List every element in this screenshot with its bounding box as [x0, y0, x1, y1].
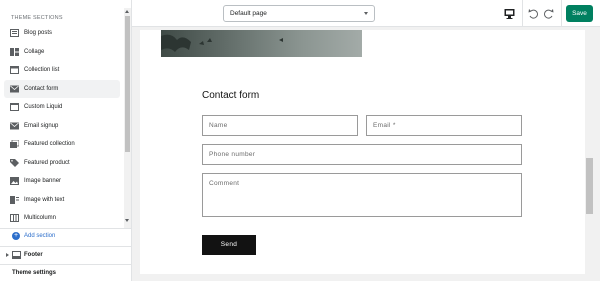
expand-caret-icon[interactable]: [6, 253, 9, 257]
store-preview: Contact form Name Email * Phone number C…: [140, 30, 594, 274]
name-field[interactable]: Name: [202, 115, 358, 136]
section-item-multicolumn[interactable]: Multicolumn: [4, 209, 120, 228]
comment-placeholder: Comment: [209, 180, 240, 187]
footer-label: Footer: [24, 252, 43, 258]
section-item-email-signup[interactable]: Email signup: [4, 117, 120, 136]
sections-list: THEME SECTIONS Blog posts Collage Collec…: [0, 8, 124, 228]
section-item-label: Featured product: [24, 159, 70, 166]
tag-icon: [10, 158, 19, 167]
envelope-icon: [10, 85, 19, 92]
section-item-label: Multicolumn: [24, 215, 57, 221]
sections-heading: THEME SECTIONS: [11, 15, 63, 21]
add-section-label: Add section: [24, 233, 56, 239]
add-section-button[interactable]: + Add section: [0, 228, 131, 244]
code-icon: [10, 103, 19, 111]
section-item-featured-product[interactable]: Featured product: [4, 154, 120, 173]
section-item-label: Featured collection: [24, 141, 75, 147]
phone-placeholder: Phone number: [209, 151, 256, 158]
leaves-image: [161, 34, 283, 52]
theme-settings-label: Theme settings: [12, 270, 57, 276]
theme-sections-sidebar: THEME SECTIONS Blog posts Collage Collec…: [0, 0, 132, 281]
collection-list-icon: [10, 66, 19, 74]
send-button[interactable]: Send: [202, 235, 256, 255]
section-item-label: Collection list: [24, 67, 60, 73]
collage-icon: [10, 47, 19, 56]
scroll-up-arrow-icon[interactable]: [125, 10, 129, 13]
phone-field[interactable]: Phone number: [202, 144, 522, 165]
footer-group[interactable]: Footer: [0, 246, 131, 263]
toolbar-divider: [561, 0, 562, 27]
page-selector-value: Default page: [230, 10, 267, 17]
redo-icon[interactable]: [542, 7, 555, 20]
chevron-down-icon: [364, 12, 368, 15]
editor-topbar: Default page Save: [132, 0, 600, 27]
comment-field[interactable]: Comment: [202, 173, 522, 217]
section-item-label: Collage: [24, 48, 45, 55]
section-item-label: Contact form: [24, 85, 59, 92]
section-item-label: Image with text: [24, 196, 65, 203]
section-item-label: Email signup: [24, 122, 59, 129]
section-item-featured-collection[interactable]: Featured collection: [4, 135, 120, 154]
collection-icon: [10, 140, 19, 148]
preview-scrollbar-thumb[interactable]: [586, 158, 593, 214]
blog-icon: [10, 29, 19, 37]
sidebar-scrollbar-thumb[interactable]: [125, 16, 130, 152]
section-item-image-with-text[interactable]: Image with text: [4, 191, 120, 210]
name-placeholder: Name: [209, 122, 228, 129]
columns-icon: [10, 214, 19, 222]
hero-image: [161, 30, 362, 57]
section-item-blog-posts[interactable]: Blog posts: [4, 24, 120, 43]
plus-circle-icon: +: [12, 232, 20, 240]
image-text-icon: [10, 195, 19, 204]
section-item-image-banner[interactable]: Image banner: [4, 172, 120, 191]
toolbar-divider: [522, 0, 523, 27]
preview-scrollbar[interactable]: [585, 30, 594, 274]
scroll-down-arrow-icon[interactable]: [125, 219, 129, 222]
undo-icon[interactable]: [527, 7, 540, 20]
desktop-preview-icon[interactable]: [503, 7, 516, 20]
footer-icon: [12, 251, 21, 259]
section-item-label: Custom Liquid: [24, 104, 63, 110]
image-icon: [10, 177, 19, 185]
section-item-collage[interactable]: Collage: [4, 43, 120, 62]
email-placeholder: Email *: [373, 122, 396, 129]
envelope-icon: [10, 122, 19, 129]
section-item-label: Image banner: [24, 178, 62, 184]
section-item-contact-form[interactable]: Contact form: [4, 79, 120, 98]
section-item-label: Blog posts: [24, 30, 53, 36]
page-selector[interactable]: Default page: [223, 5, 375, 22]
save-button[interactable]: Save: [566, 5, 593, 22]
section-item-collection-list[interactable]: Collection list: [4, 61, 120, 80]
section-item-custom-liquid[interactable]: Custom Liquid: [4, 98, 120, 117]
email-field[interactable]: Email *: [366, 115, 522, 136]
theme-settings-tab[interactable]: Theme settings: [0, 264, 131, 281]
contact-form-title: Contact form: [202, 90, 260, 101]
